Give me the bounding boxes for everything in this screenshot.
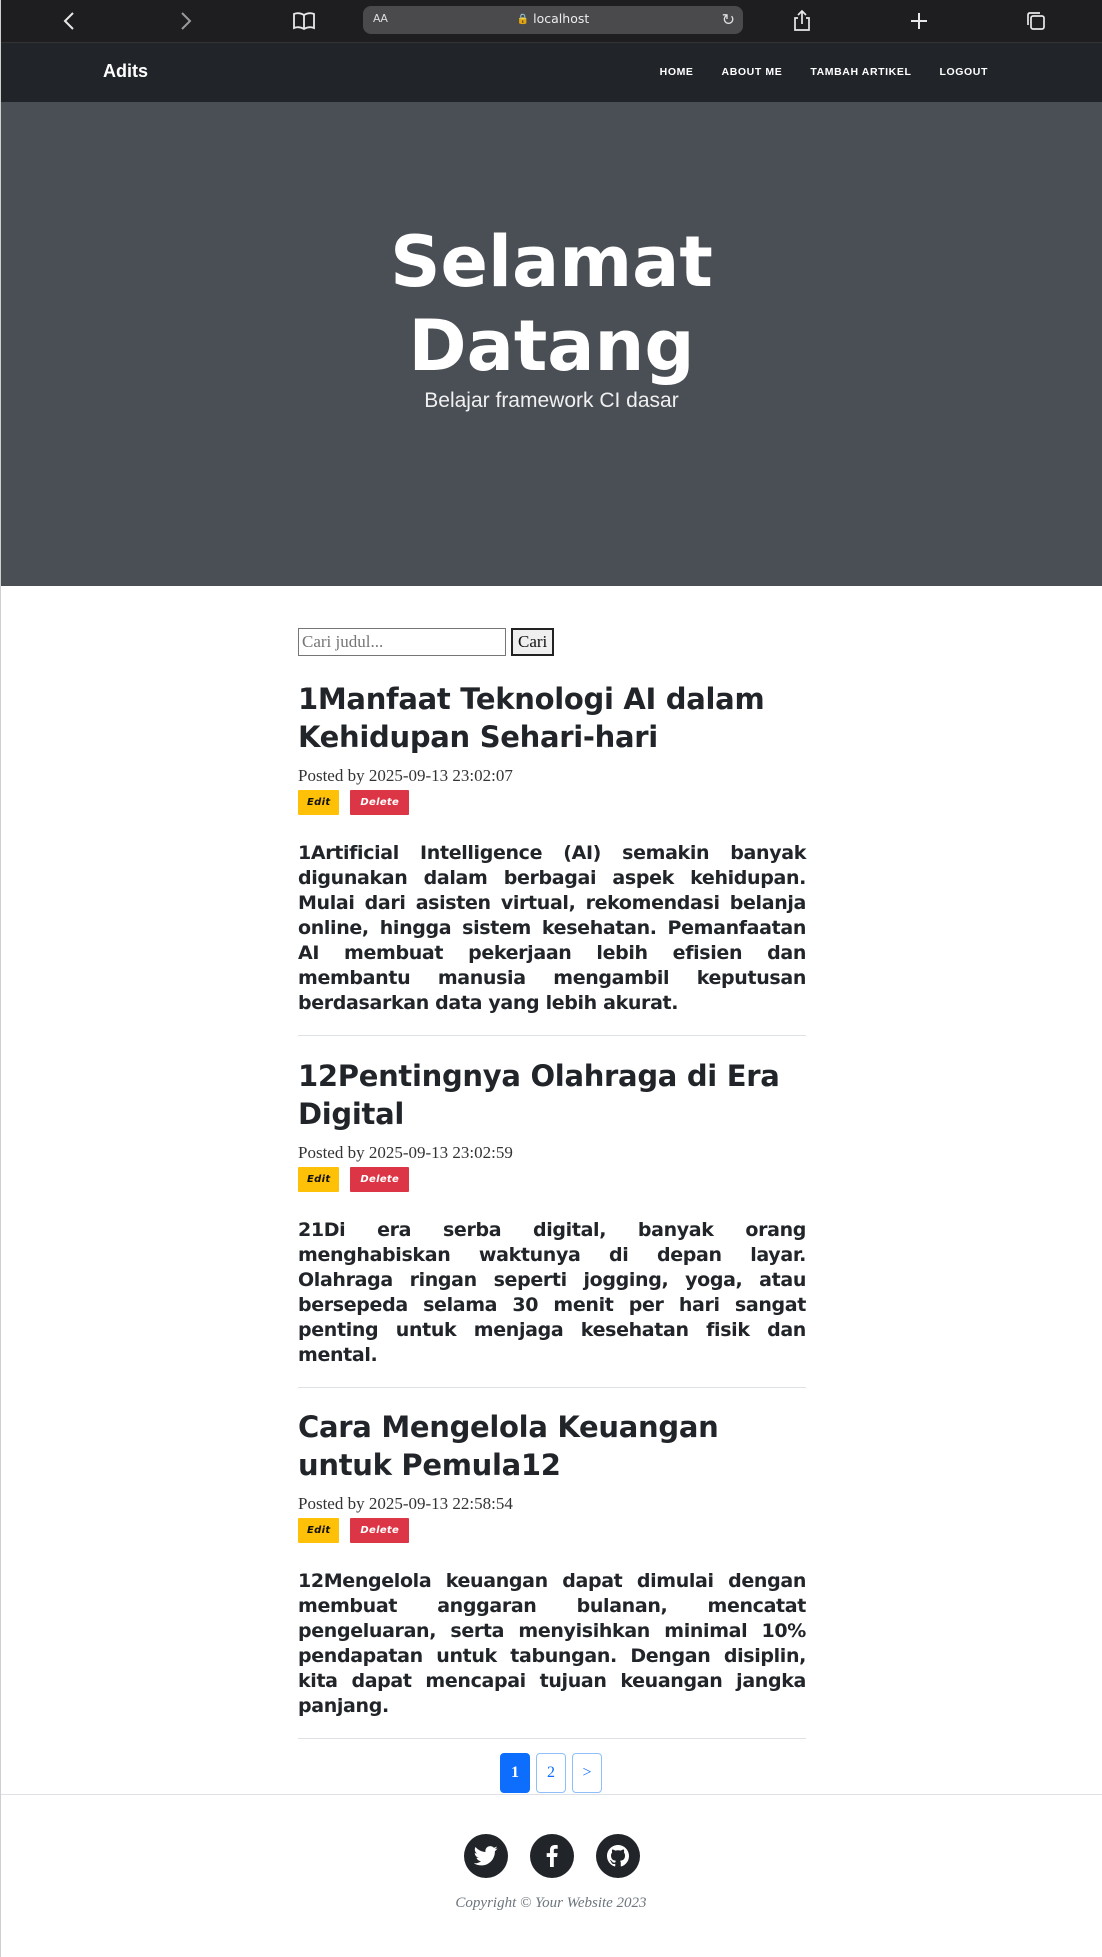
hero-subtitle: Belajar framework CI dasar bbox=[424, 389, 679, 412]
page-1-link[interactable]: 1 bbox=[500, 1753, 530, 1793]
lock-icon: 🔒 bbox=[516, 14, 530, 25]
edit-button[interactable]: Edit bbox=[298, 1167, 340, 1192]
nav-logout[interactable]: LOGOUT bbox=[939, 66, 988, 78]
search-input[interactable] bbox=[298, 628, 506, 656]
post-meta: Posted by 2025-09-13 23:02:59 bbox=[298, 1143, 513, 1162]
post-divider bbox=[298, 1387, 806, 1388]
back-icon[interactable] bbox=[56, 8, 82, 34]
url-text: 🔒 localhost bbox=[516, 11, 590, 26]
post-body: 12Mengelola keuangan dapat dimulai denga… bbox=[298, 1570, 806, 1717]
nav-links: HOME ABOUT ME TAMBAH ARTIKEL LOGOUT bbox=[632, 66, 988, 78]
pagination: 1 2 > bbox=[500, 1753, 602, 1793]
bookmarks-icon[interactable] bbox=[291, 8, 317, 34]
social-links bbox=[464, 1834, 640, 1878]
address-bar[interactable]: AA 🔒 localhost ↻ bbox=[363, 6, 743, 34]
post-meta: Posted by 2025-09-13 23:02:07 bbox=[298, 766, 513, 785]
nav-tambah-artikel[interactable]: TAMBAH ARTIKEL bbox=[810, 66, 911, 78]
post-title[interactable]: 12Pentingnya Olahraga di Era Digital bbox=[298, 1057, 806, 1133]
facebook-icon[interactable] bbox=[530, 1834, 574, 1878]
post-item: Cara Mengelola Keuangan untuk Pemula12 P… bbox=[298, 1408, 806, 1739]
hero-title: Selamat Datang bbox=[390, 221, 713, 387]
github-icon[interactable] bbox=[596, 1834, 640, 1878]
page-2-link[interactable]: 2 bbox=[536, 1753, 566, 1793]
post-actions: Edit Delete bbox=[298, 1167, 806, 1192]
post-item: 12Pentingnya Olahraga di Era Digital Pos… bbox=[298, 1057, 806, 1388]
post-item: 1Manfaat Teknologi AI dalam Kehidupan Se… bbox=[298, 680, 806, 1036]
edit-button[interactable]: Edit bbox=[298, 790, 340, 815]
nav-about-me[interactable]: ABOUT ME bbox=[722, 66, 783, 78]
delete-button[interactable]: Delete bbox=[350, 1167, 410, 1192]
tabs-icon[interactable] bbox=[1023, 8, 1049, 34]
nav-home[interactable]: HOME bbox=[660, 66, 694, 78]
next-page-link[interactable]: > bbox=[572, 1753, 602, 1793]
site-navbar: Adits HOME ABOUT ME TAMBAH ARTIKEL LOGOU… bbox=[1, 43, 1102, 102]
reload-icon[interactable]: ↻ bbox=[722, 10, 735, 29]
delete-button[interactable]: Delete bbox=[350, 1518, 410, 1543]
twitter-icon[interactable] bbox=[464, 1834, 508, 1878]
edit-button[interactable]: Edit bbox=[298, 1518, 340, 1543]
copyright-text: Copyright © Your Website 2023 bbox=[455, 1895, 647, 1911]
forward-icon[interactable] bbox=[173, 8, 199, 34]
share-icon[interactable] bbox=[789, 8, 815, 34]
delete-button[interactable]: Delete bbox=[350, 790, 410, 815]
browser-toolbar: AA 🔒 localhost ↻ bbox=[1, 0, 1102, 43]
post-body: 1Artificial Intelligence (AI) semakin ba… bbox=[298, 842, 806, 1014]
post-actions: Edit Delete bbox=[298, 1518, 806, 1543]
post-divider bbox=[298, 1738, 806, 1739]
footer-divider bbox=[1, 1794, 1102, 1795]
search-form: Cari bbox=[298, 628, 555, 656]
post-title[interactable]: 1Manfaat Teknologi AI dalam Kehidupan Se… bbox=[298, 680, 806, 756]
post-actions: Edit Delete bbox=[298, 790, 806, 815]
post-title[interactable]: Cara Mengelola Keuangan untuk Pemula12 bbox=[298, 1408, 806, 1484]
post-body: 21Di era serba digital, banyak orang men… bbox=[298, 1219, 806, 1366]
hero-header: Selamat Datang Belajar framework CI dasa… bbox=[1, 102, 1102, 586]
search-button[interactable]: Cari bbox=[511, 628, 555, 656]
post-meta: Posted by 2025-09-13 22:58:54 bbox=[298, 1494, 513, 1513]
new-tab-icon[interactable] bbox=[906, 8, 932, 34]
post-divider bbox=[298, 1035, 806, 1036]
brand-link[interactable]: Adits bbox=[103, 61, 148, 82]
